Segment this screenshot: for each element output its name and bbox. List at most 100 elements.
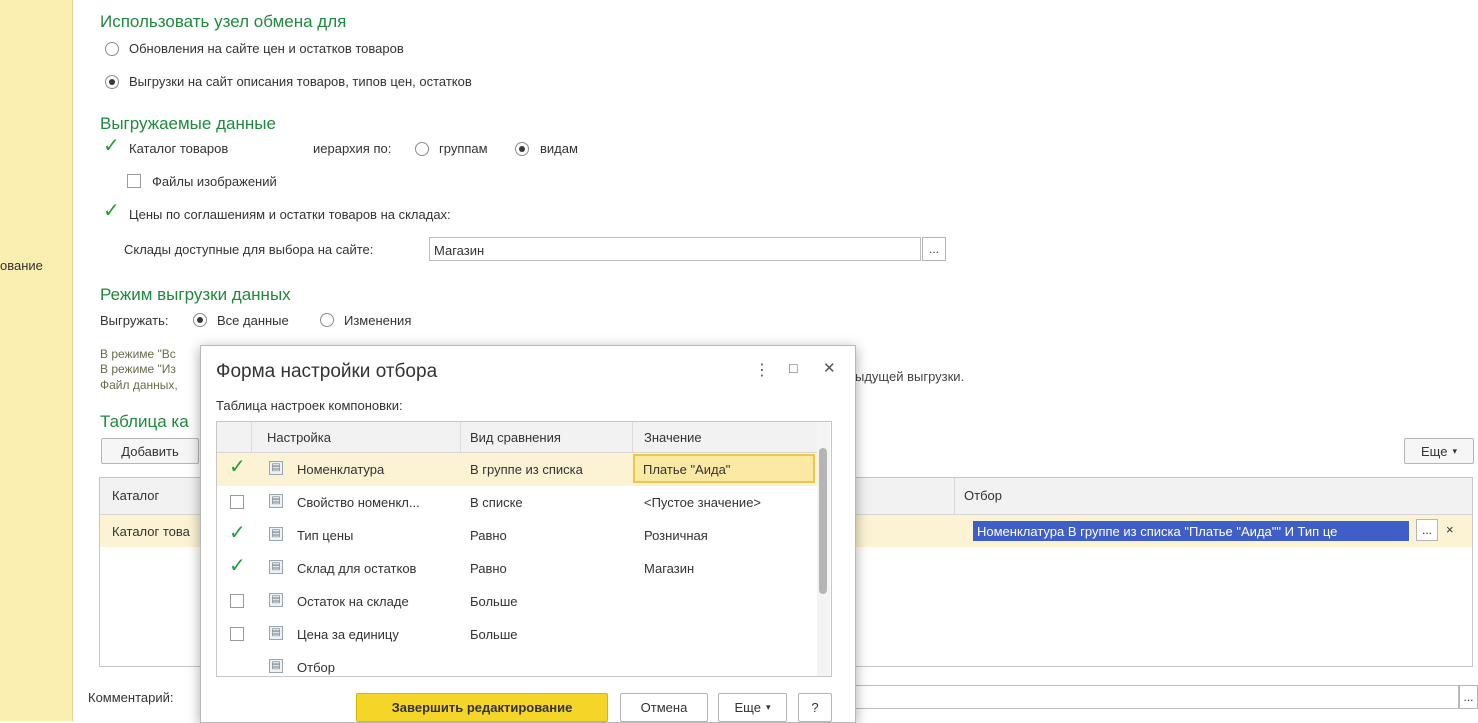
scrollbar-track[interactable]	[817, 422, 830, 676]
radio-catalog-export[interactable]	[105, 75, 119, 89]
column-header-comparison[interactable]: Вид сравнения	[470, 430, 561, 445]
row-checkbox[interactable]	[230, 627, 244, 641]
warehouses-label: Склады доступные для выбора на сайте:	[124, 242, 374, 257]
settings-table-header: Настройка Вид сравнения Значение	[217, 422, 817, 453]
radio-hierarchy-kinds-label: видам	[540, 141, 578, 156]
filter-clear-icon[interactable]: ×	[1446, 522, 1454, 537]
row-comparison[interactable]: Больше	[470, 594, 518, 609]
row-setting[interactable]: Тип цены	[297, 528, 353, 543]
radio-hierarchy-groups[interactable]	[415, 142, 429, 156]
column-divider	[954, 478, 955, 514]
column-header-catalog[interactable]: Каталог	[112, 488, 159, 503]
maximize-icon[interactable]: □	[789, 360, 797, 376]
chevron-down-icon: ▾	[765, 702, 771, 712]
cancel-button[interactable]: Отмена	[620, 693, 708, 722]
row-value[interactable]: Розничная	[644, 528, 708, 543]
comment-select-button[interactable]: ...	[1459, 685, 1478, 709]
field-icon: ▤	[269, 626, 283, 640]
row-checkbox[interactable]	[230, 495, 244, 509]
comment-label: Комментарий:	[88, 690, 174, 705]
radio-prices-update[interactable]	[105, 42, 119, 56]
row-comparison[interactable]: В группе из списка	[470, 462, 583, 477]
row-catalog-cell[interactable]: Каталог това	[112, 524, 190, 539]
table-row[interactable]: ▤ Свойство номенкл... В списке <Пустое з…	[217, 486, 817, 519]
radio-hierarchy-kinds[interactable]	[515, 142, 529, 156]
table-row[interactable]: ✓ ▤ Номенклатура В группе из списка Плат…	[217, 453, 817, 486]
row-setting[interactable]: Цена за единицу	[297, 627, 399, 642]
scrollbar-thumb[interactable]	[819, 448, 827, 594]
row-checkbox[interactable]: ✓	[229, 556, 246, 576]
export-mode-title: Режим выгрузки данных	[100, 285, 291, 304]
radio-export-changes-label: Изменения	[344, 313, 412, 328]
warehouses-value: Магазин	[434, 243, 485, 258]
images-checkbox[interactable]	[127, 174, 141, 188]
row-checkbox[interactable]: ✓	[229, 523, 246, 543]
row-value[interactable]: Платье "Аида"	[643, 462, 730, 477]
export-mode-label: Выгружать:	[100, 313, 169, 328]
table-row[interactable]: ▤ Цена за единицу Больше	[217, 618, 817, 651]
field-icon: ▤	[269, 593, 283, 607]
table-more-button[interactable]: Еще ▾	[1404, 438, 1474, 464]
settings-table[interactable]: Настройка Вид сравнения Значение ✓ ▤ Ном…	[216, 421, 832, 677]
row-setting[interactable]: Остаток на складе	[297, 594, 409, 609]
sidebar-item-label[interactable]: ование	[0, 258, 43, 273]
filter-settings-dialog: Форма настройки отбора ⋮ □ ✕ Таблица нас…	[200, 345, 856, 723]
field-icon: ▤	[269, 494, 283, 508]
radio-hierarchy-groups-label: группам	[439, 141, 488, 156]
prices-label: Цены по соглашениям и остатки товаров на…	[129, 207, 451, 222]
radio-export-all[interactable]	[193, 313, 207, 327]
warehouses-select-button[interactable]: ...	[922, 237, 946, 261]
hint-line-3: Файл данных,	[100, 378, 178, 392]
help-button[interactable]: ?	[798, 693, 832, 722]
warehouses-field[interactable]: Магазин	[429, 237, 921, 261]
dialog-title: Форма настройки отбора	[216, 361, 438, 382]
menu-icon[interactable]: ⋮	[754, 360, 770, 380]
field-icon: ▤	[269, 527, 283, 541]
radio-prices-update-label: Обновления на сайте цен и остатков товар…	[129, 41, 404, 56]
field-icon: ▤	[269, 461, 283, 475]
chevron-down-icon: ▾	[1452, 445, 1457, 456]
prices-checkbox[interactable]: ✓	[103, 201, 120, 221]
radio-export-all-label: Все данные	[217, 313, 289, 328]
filter-select-button[interactable]: ...	[1416, 519, 1438, 541]
catalog-table-title: Таблица ка	[100, 412, 189, 431]
table-row[interactable]: ✓ ▤ Тип цены Равно Розничная	[217, 519, 817, 552]
radio-catalog-export-label: Выгрузки на сайт описания товаров, типов…	[129, 74, 472, 89]
table-caption: Таблица настроек компоновки:	[216, 398, 403, 413]
field-icon: ▤	[269, 659, 283, 673]
comment-field[interactable]	[853, 685, 1459, 709]
images-label: Файлы изображений	[152, 174, 277, 189]
column-header-filter[interactable]: Отбор	[964, 488, 1002, 503]
row-checkbox[interactable]: ✓	[229, 457, 246, 477]
hint-line-2: В режиме "Из	[100, 362, 176, 376]
row-checkbox[interactable]	[230, 594, 244, 608]
row-value[interactable]: Магазин	[644, 561, 694, 576]
field-icon: ▤	[269, 560, 283, 574]
row-setting[interactable]: Свойство номенкл...	[297, 495, 420, 510]
row-comparison[interactable]: Больше	[470, 627, 518, 642]
column-header-setting[interactable]: Настройка	[267, 430, 331, 445]
row-comparison[interactable]: Равно	[470, 561, 507, 576]
hint-line-1: В режиме "Вс	[100, 347, 176, 361]
catalog-label: Каталог товаров	[129, 141, 229, 156]
row-filter-cell[interactable]: Номенклатура В группе из списка "Платье …	[977, 524, 1407, 539]
row-comparison[interactable]: В списке	[470, 495, 523, 510]
exchange-node-title: Использовать узел обмена для	[100, 12, 347, 31]
table-row[interactable]: ▤ Отбор	[217, 651, 817, 676]
table-row[interactable]: ▤ Остаток на складе Больше	[217, 585, 817, 618]
column-header-value[interactable]: Значение	[644, 430, 702, 445]
row-setting[interactable]: Номенклатура	[297, 462, 384, 477]
row-comparison[interactable]: Равно	[470, 528, 507, 543]
row-setting[interactable]: Склад для остатков	[297, 561, 416, 576]
catalog-checkbox[interactable]: ✓	[103, 136, 120, 156]
row-setting[interactable]: Отбор	[297, 660, 335, 675]
add-button[interactable]: Добавить	[101, 438, 199, 464]
radio-export-changes[interactable]	[320, 313, 334, 327]
finish-editing-button[interactable]: Завершить редактирование	[356, 693, 608, 722]
dialog-more-button[interactable]: Еще ▾	[718, 693, 787, 722]
close-icon[interactable]: ✕	[823, 359, 836, 377]
exported-data-title: Выгружаемые данные	[100, 114, 276, 133]
table-more-label: Еще	[1421, 443, 1448, 459]
table-row[interactable]: ✓ ▤ Склад для остатков Равно Магазин	[217, 552, 817, 585]
row-value[interactable]: <Пустое значение>	[644, 495, 761, 510]
